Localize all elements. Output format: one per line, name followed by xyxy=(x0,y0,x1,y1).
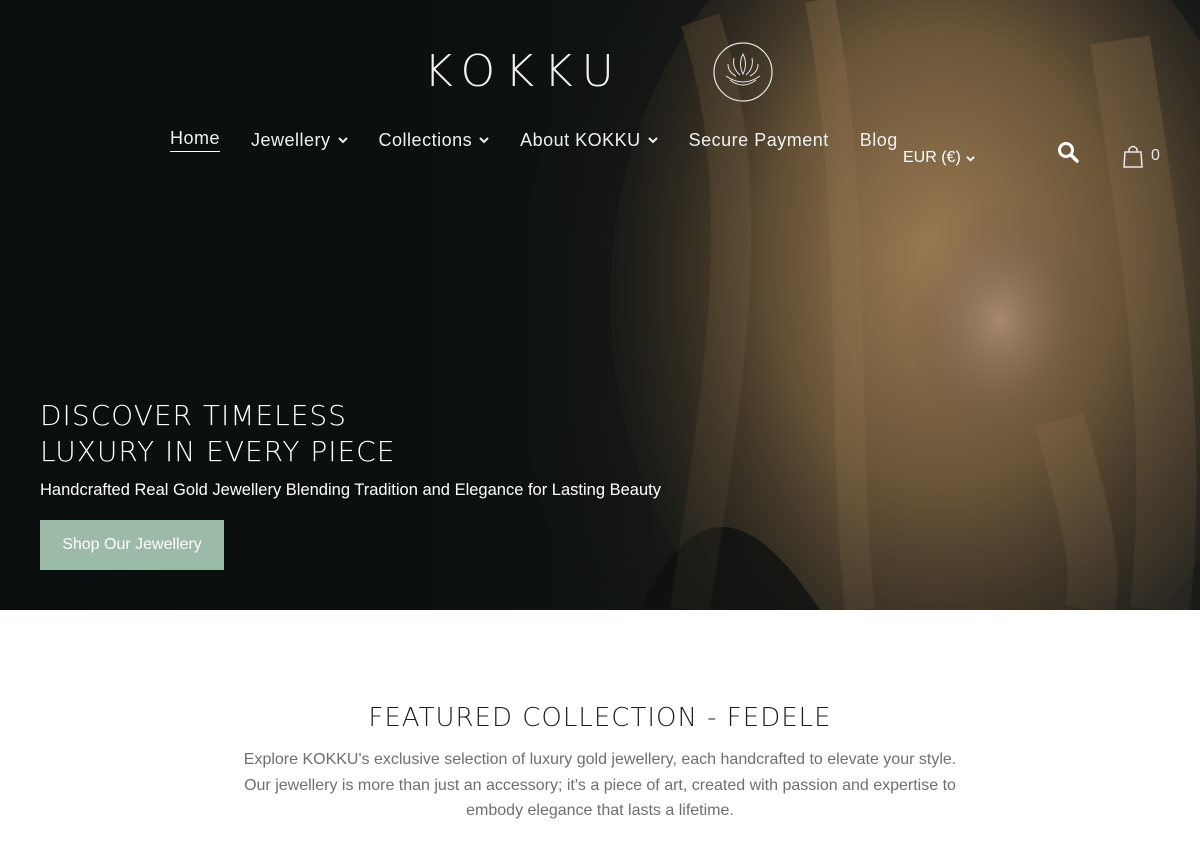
brand-logo[interactable]: KOKKU xyxy=(424,40,773,104)
featured-collection-section: FEATURED COLLECTION - FEDELE Explore KOK… xyxy=(0,610,1200,850)
chevron-down-icon xyxy=(647,137,658,144)
hero-title-line: DISCOVER TIMELESS xyxy=(40,399,347,432)
nav-item-label: Collections xyxy=(378,129,473,150)
currency-selector[interactable]: EUR (€) xyxy=(903,149,975,167)
hero-subtitle: Handcrafted Real Gold Jewellery Blending… xyxy=(40,481,661,499)
chevron-down-icon xyxy=(479,137,489,144)
featured-description: Explore KOKKU's exclusive selection of l… xyxy=(243,751,957,819)
nav-item-jewellery[interactable]: Jewellery xyxy=(251,128,348,152)
shopping-bag-icon xyxy=(1123,145,1143,168)
cart-count: 0 xyxy=(1151,147,1160,164)
hero-title: DISCOVER TIMELESS LUXURY IN EVERY PIECE xyxy=(40,398,395,470)
nav-item-label: Home xyxy=(170,128,221,148)
brand-wordmark: KOKKU xyxy=(424,46,624,97)
nav-item-secure-payment[interactable]: Secure Payment xyxy=(689,128,829,152)
nav-item-label: About KOKKU xyxy=(520,129,641,150)
nav-item-collections[interactable]: Collections xyxy=(379,128,490,152)
nav-item-blog[interactable]: Blog xyxy=(860,128,898,152)
chevron-down-icon xyxy=(966,155,975,162)
nav-item-home[interactable]: Home xyxy=(170,128,221,152)
currency-label: EUR (€) xyxy=(903,149,961,166)
main-navigation: Home Jewellery Collections About KOKKU S… xyxy=(170,128,898,152)
hero-title-line: LUXURY IN EVERY PIECE xyxy=(40,435,396,468)
nav-item-label: Jewellery xyxy=(251,129,331,150)
nav-item-about[interactable]: About KOKKU xyxy=(520,128,658,152)
chevron-down-icon xyxy=(337,137,348,144)
hero-banner: KOKKU Home Jewellery Collections About K… xyxy=(0,0,1200,610)
shop-jewellery-button[interactable]: Shop Our Jewellery xyxy=(40,520,224,570)
cart-button[interactable]: 0 xyxy=(1122,144,1160,168)
lotus-emblem-icon xyxy=(713,42,773,102)
featured-title: FEATURED COLLECTION - FEDELE xyxy=(368,703,832,733)
nav-item-label: Blog xyxy=(859,129,898,150)
nav-item-label: Secure Payment xyxy=(688,129,829,150)
search-icon[interactable] xyxy=(1057,141,1079,163)
